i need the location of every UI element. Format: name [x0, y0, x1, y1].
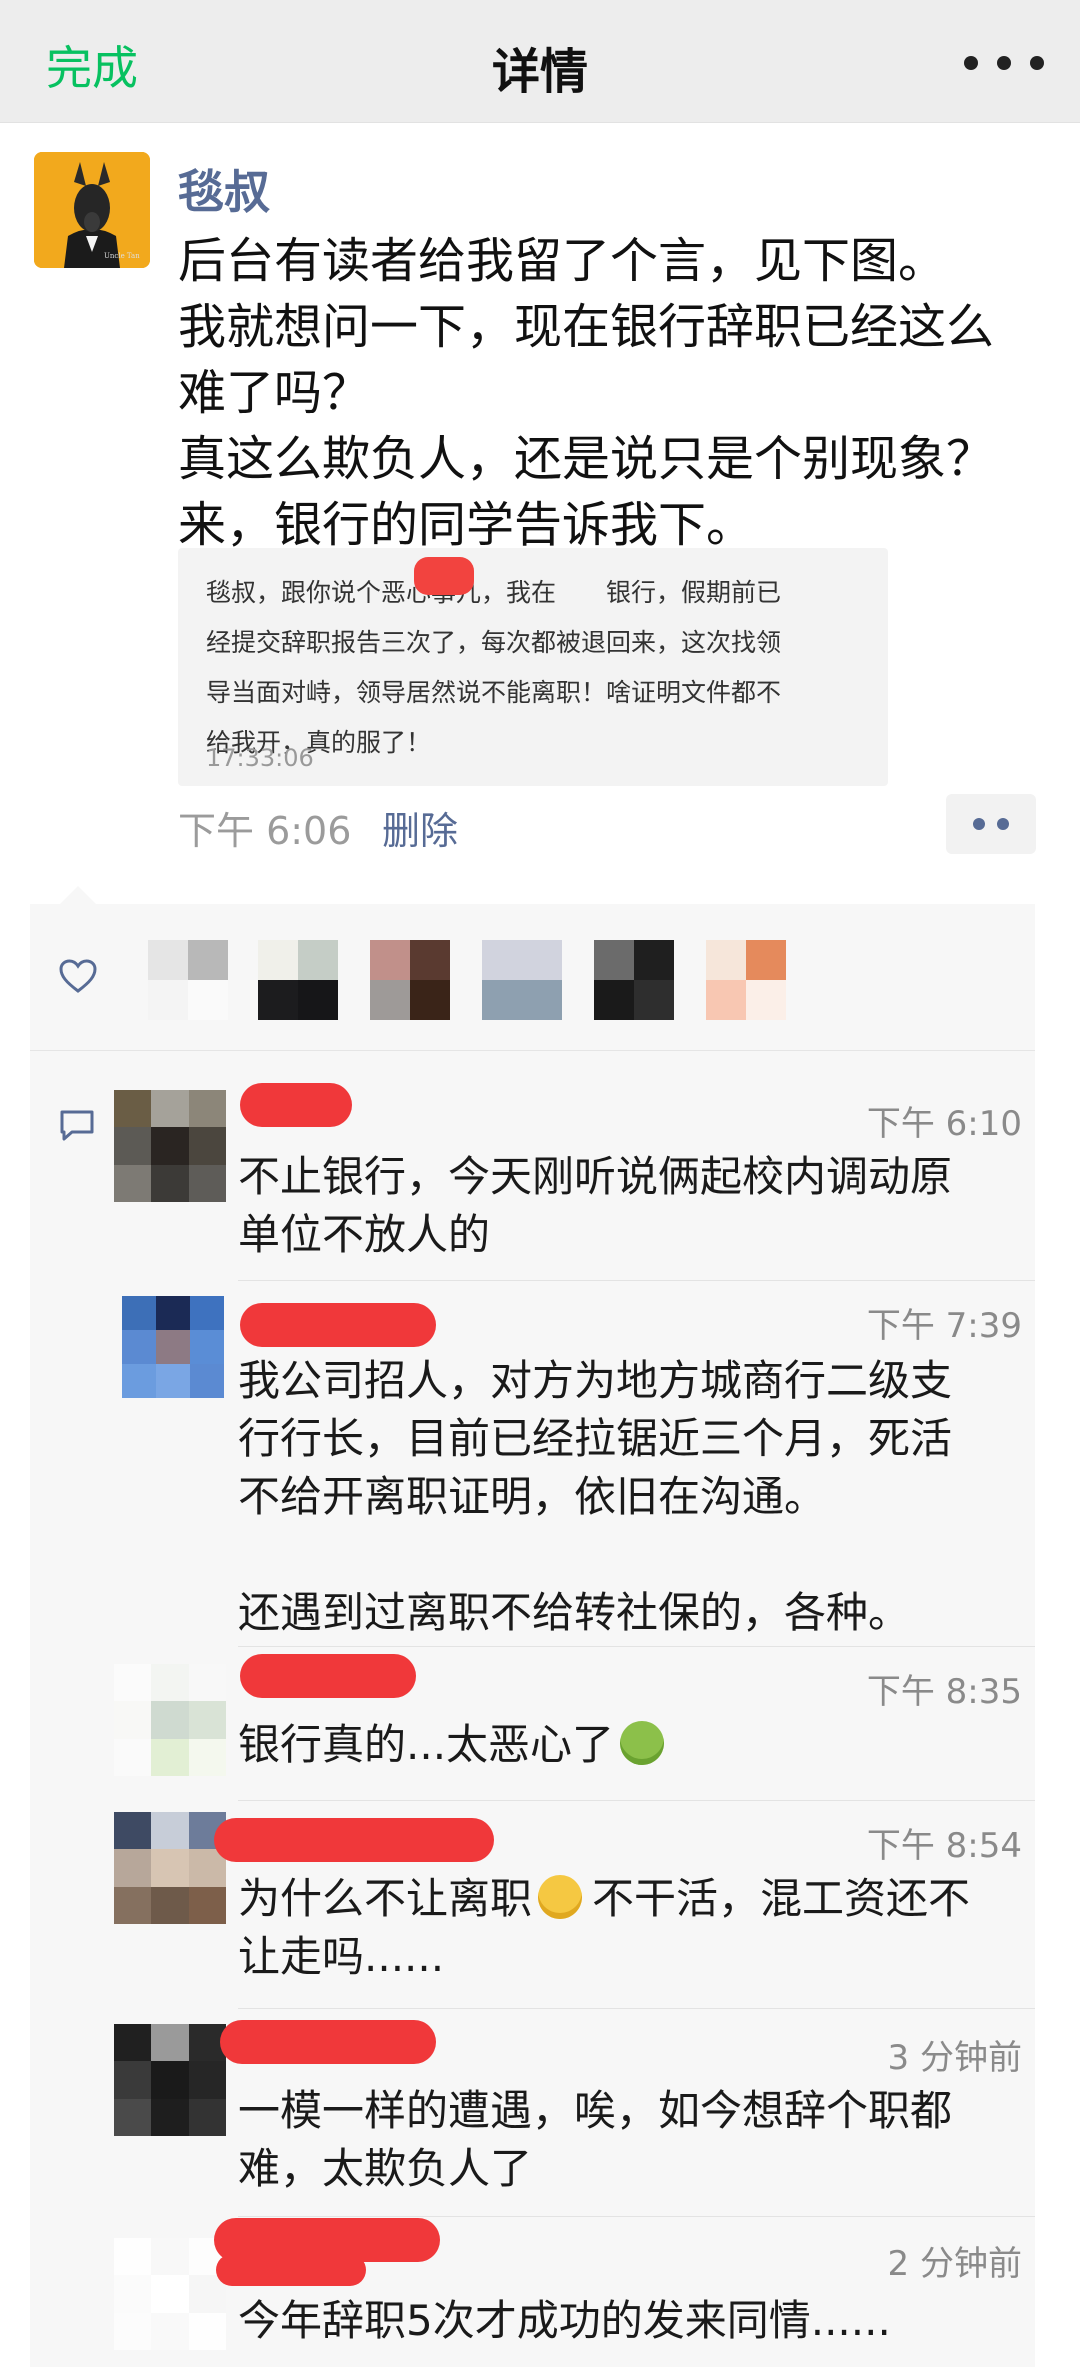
comment-time: 下午 8:54: [866, 1826, 1022, 1866]
liker-avatar[interactable]: [148, 940, 228, 1020]
comment-line: 难，太欺负人了: [238, 2144, 533, 2193]
comment-text: 今年辞职5次才成功的发来同情......: [238, 2292, 1018, 2350]
divider: [238, 1800, 1035, 1801]
post-timestamp: 下午 6:06: [178, 809, 352, 853]
divider: [238, 1280, 1035, 1281]
comment-line: 让走吗......: [238, 1932, 445, 1981]
liker-avatar[interactable]: [258, 940, 338, 1020]
liker-avatar[interactable]: [482, 940, 562, 1020]
page-title: 详情: [491, 44, 588, 100]
heart-icon: [59, 959, 97, 993]
nav-bar: 完成 详情: [0, 0, 1080, 123]
quoted-image[interactable]: 毯叔，跟你说个恶心事儿，我在 银行，假期前已 经提交辞职报告三次了，每次都被退回…: [178, 548, 888, 786]
delete-link[interactable]: 删除: [382, 800, 458, 855]
redacted-name: [220, 2020, 436, 2064]
redacted-name: [214, 1818, 494, 1862]
quote-timestamp: 17:33:06: [206, 744, 314, 772]
commenter-avatar[interactable]: [114, 2024, 226, 2136]
comment-line: 一模一样的遭遇，唉，如今想辞个职都: [238, 2086, 953, 2135]
panel-arrow: [60, 886, 96, 904]
redacted-name: [216, 2254, 366, 2286]
comment-line: 银行真的...太恶心了: [238, 1716, 1018, 1774]
comment-time: 下午 8:35: [866, 1672, 1022, 1712]
redacted-name: [240, 1083, 352, 1127]
comment-line: 不止银行，今天刚听说俩起校内调动原: [238, 1152, 953, 1201]
comment-line-text: 银行真的...太恶心了: [238, 1720, 615, 1769]
comment-time: 下午 6:10: [866, 1104, 1022, 1144]
dizzy-face-emoji-icon: [538, 1875, 583, 1919]
comment-line: 今年辞职5次才成功的发来同情......: [238, 2296, 891, 2345]
divider: [238, 2008, 1035, 2009]
comment-text: 一模一样的遭遇，唉，如今想辞个职都 难，太欺负人了: [238, 2082, 1018, 2198]
liker-avatar[interactable]: [706, 940, 786, 1020]
commenter-avatar[interactable]: [114, 1812, 226, 1924]
comment-line: 我公司招人，对方为地方城商行二级支: [238, 1356, 953, 1405]
comment-icon: [60, 1110, 94, 1141]
comment-line: 行行长，目前已经拉锯近三个月，死活: [238, 1414, 953, 1463]
post-line: 真这么欺负人，还是说只是个别现象？: [178, 431, 995, 487]
quote-line: 毯叔，跟你说个恶心事儿，我在 银行，假期前已: [206, 578, 782, 607]
liker-avatar[interactable]: [594, 940, 674, 1020]
comment-line: 为什么不让离职 不干活，混工资还不: [238, 1870, 1018, 1928]
comment-line: 单位不放人的: [238, 1210, 491, 1259]
svg-text:Uncle Tan: Uncle Tan: [104, 252, 140, 260]
comment-text: 为什么不让离职 不干活，混工资还不 让走吗......: [238, 1870, 1018, 1986]
divider: [238, 2216, 1035, 2217]
quote-text: 毯叔，跟你说个恶心事儿，我在 银行，假期前已 经提交辞职报告三次了，每次都被退回…: [206, 568, 866, 768]
liker-avatar[interactable]: [370, 940, 450, 1020]
comment-time: 下午 7:39: [866, 1306, 1022, 1346]
comment-text: 不止银行，今天刚听说俩起校内调动原 单位不放人的: [238, 1148, 1018, 1264]
comment-time: 2 分钟前: [887, 2244, 1022, 2284]
quote-line: 导当面对峙，领导居然说不能离职！啥证明文件都不: [206, 678, 782, 707]
quote-line: 经提交辞职报告三次了，每次都被退回来，这次找领: [206, 628, 782, 657]
post-line: 后台有读者给我留了个言，见下图。: [178, 233, 947, 289]
commenter-avatar[interactable]: [122, 1296, 224, 1398]
comment-line-text: 不干活，混工资还不: [592, 1874, 971, 1923]
comment-line: 不给开离职证明，依旧在沟通。: [238, 1472, 827, 1521]
comment-like-menu-button[interactable]: [946, 794, 1036, 854]
commenter-avatar[interactable]: [114, 2238, 226, 2350]
comment-text: 银行真的...太恶心了: [238, 1716, 1018, 1774]
author-name[interactable]: 毯叔: [178, 156, 270, 222]
author-avatar[interactable]: Uncle Tan: [34, 152, 150, 268]
sick-face-emoji-icon: [620, 1721, 665, 1765]
redacted-name: [240, 1303, 436, 1347]
divider: [238, 1646, 1035, 1647]
commenter-avatar[interactable]: [114, 1090, 226, 1202]
post-line: 难了吗？: [178, 365, 371, 421]
post-line: 我就想问一下，现在银行辞职已经这么: [178, 299, 995, 355]
commenter-avatar[interactable]: [114, 1664, 226, 1776]
comment-line-text: 为什么不让离职: [238, 1874, 533, 1923]
more-dots-icon[interactable]: [964, 56, 1044, 72]
post-text: 后台有读者给我留了个言，见下图。 我就想问一下，现在银行辞职已经这么 难了吗？ …: [178, 228, 1038, 558]
comment-line: 还遇到过离职不给转社保的，各种。: [238, 1588, 911, 1637]
comment-text: 我公司招人，对方为地方城商行二级支 行行长，目前已经拉锯近三个月，死活 不给开离…: [238, 1352, 1018, 1642]
redacted-name: [240, 1654, 416, 1698]
comment-line: [238, 1526, 1018, 1584]
redaction-mark: [414, 557, 474, 595]
comment-time: 3 分钟前: [887, 2038, 1022, 2078]
